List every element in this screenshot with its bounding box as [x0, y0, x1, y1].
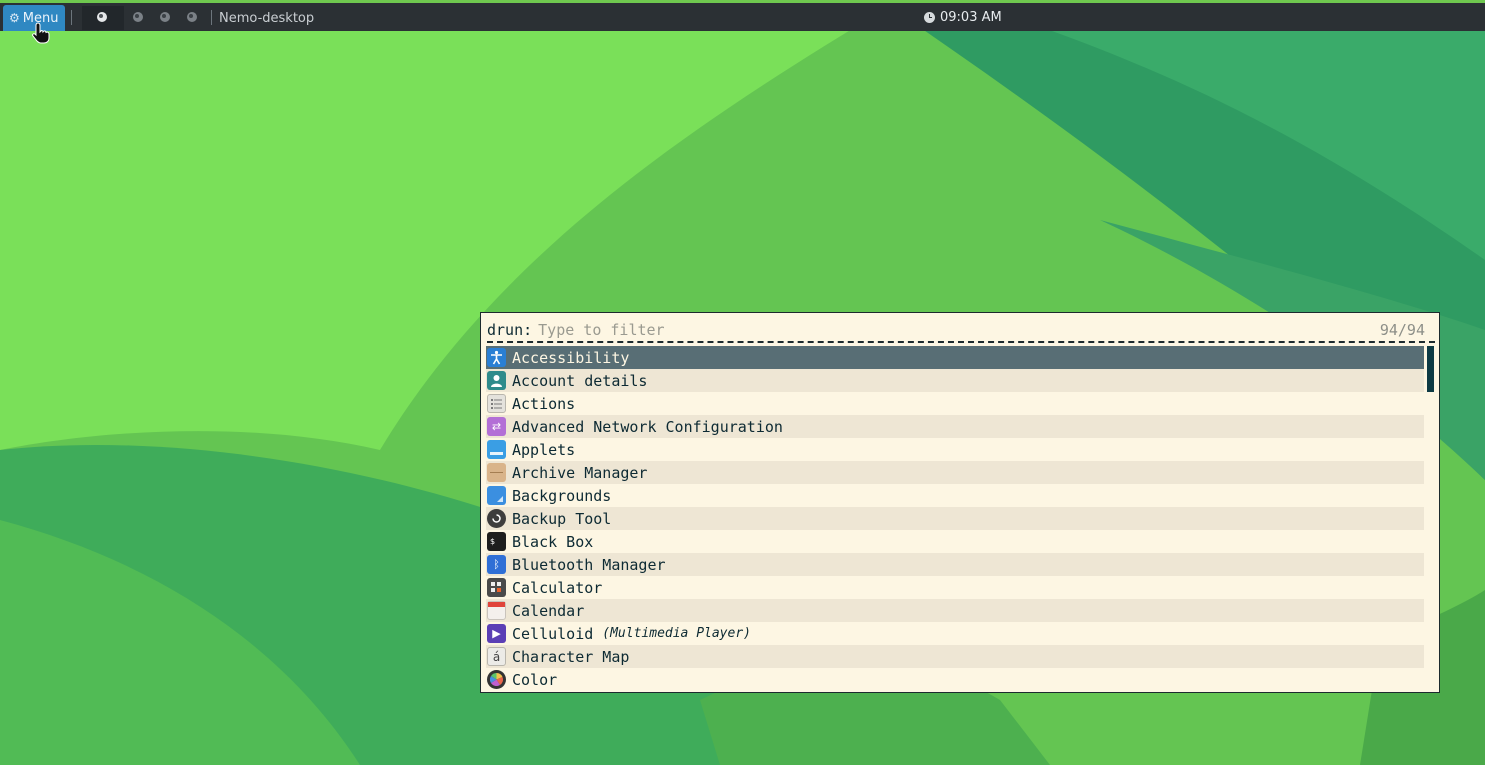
- app-launcher: drun: 94/94 Accessibility Account detail…: [480, 312, 1440, 693]
- list-item[interactable]: ᛒ Bluetooth Manager: [486, 553, 1424, 576]
- bluetooth-icon: ᛒ: [487, 555, 506, 574]
- list-icon: [487, 394, 506, 413]
- list-item[interactable]: Backgrounds: [486, 484, 1424, 507]
- color-icon: [487, 670, 506, 689]
- clock-icon: [924, 12, 935, 23]
- list-item[interactable]: Actions: [486, 392, 1424, 415]
- backup-icon: [487, 509, 506, 528]
- list-item-label: Black Box: [512, 532, 594, 551]
- list-item-label: Color: [512, 670, 558, 689]
- list-item-label: Character Map: [512, 647, 630, 666]
- list-item-label: Actions: [512, 394, 576, 413]
- clock[interactable]: 09:03 AM: [924, 10, 1002, 25]
- list-item[interactable]: á Character Map: [486, 645, 1424, 668]
- character-map-icon: á: [487, 647, 506, 666]
- calculator-icon: [487, 578, 506, 597]
- account-icon: [487, 371, 506, 390]
- divider: [487, 341, 1435, 343]
- list-item-label: Calendar: [512, 601, 585, 620]
- workspace-4-button[interactable]: [187, 12, 197, 22]
- workspace-2-button[interactable]: [133, 12, 143, 22]
- prompt-label: drun:: [487, 321, 533, 339]
- panel-separator: [211, 10, 212, 25]
- workspace-3-button[interactable]: [160, 12, 170, 22]
- list-item[interactable]: Backup Tool: [486, 507, 1424, 530]
- list-item-subtitle: (Multimedia Player): [602, 626, 751, 641]
- terminal-icon: $: [487, 532, 506, 551]
- list-item[interactable]: ▶ Celluloid (Multimedia Player): [486, 622, 1424, 645]
- list-item[interactable]: Calculator: [486, 576, 1424, 599]
- panel-separator: [71, 10, 72, 25]
- list-item[interactable]: Accessibility: [486, 346, 1424, 369]
- play-icon: ▶: [487, 624, 506, 643]
- prompt-row: drun: 94/94: [487, 320, 1425, 340]
- list-item-label: Applets: [512, 440, 576, 459]
- gear-icon: ⚙: [9, 11, 20, 25]
- clock-time: 09:03 AM: [940, 10, 1002, 25]
- result-count: 94/94: [1379, 321, 1425, 339]
- list-item[interactable]: Account details: [486, 369, 1424, 392]
- window-title[interactable]: Nemo-desktop: [219, 11, 314, 26]
- applets-icon: [487, 440, 506, 459]
- list-item-label: Accessibility: [512, 348, 630, 367]
- workspace-1-button[interactable]: [97, 12, 107, 22]
- list-item-label: Celluloid: [512, 624, 594, 643]
- list-item-label: Archive Manager: [512, 463, 648, 482]
- list-item-label: Bluetooth Manager: [512, 555, 666, 574]
- hand-cursor-icon: [32, 22, 50, 44]
- calendar-icon: [487, 601, 506, 620]
- list-item-label: Account details: [512, 371, 648, 390]
- backgrounds-icon: [487, 486, 506, 505]
- scrollbar[interactable]: [1427, 346, 1434, 392]
- list-item[interactable]: Archive Manager: [486, 461, 1424, 484]
- accessibility-icon: [487, 348, 506, 367]
- list-item[interactable]: ⇄ Advanced Network Configuration: [486, 415, 1424, 438]
- list-item[interactable]: Color: [486, 668, 1424, 691]
- list-item-label: Backgrounds: [512, 486, 612, 505]
- list-item[interactable]: Calendar: [486, 599, 1424, 622]
- list-item-label: Calculator: [512, 578, 603, 597]
- list-item[interactable]: Applets: [486, 438, 1424, 461]
- list-item-label: Backup Tool: [512, 509, 612, 528]
- app-list: Accessibility Account details Actions ⇄ …: [486, 346, 1424, 691]
- list-item[interactable]: $ Black Box: [486, 530, 1424, 553]
- archive-icon: [487, 463, 506, 482]
- network-icon: ⇄: [487, 417, 506, 436]
- top-panel: ⚙ Menu Nemo-desktop 09:03 AM: [0, 0, 1485, 31]
- filter-input[interactable]: [538, 321, 1380, 339]
- list-item-label: Advanced Network Configuration: [512, 417, 783, 436]
